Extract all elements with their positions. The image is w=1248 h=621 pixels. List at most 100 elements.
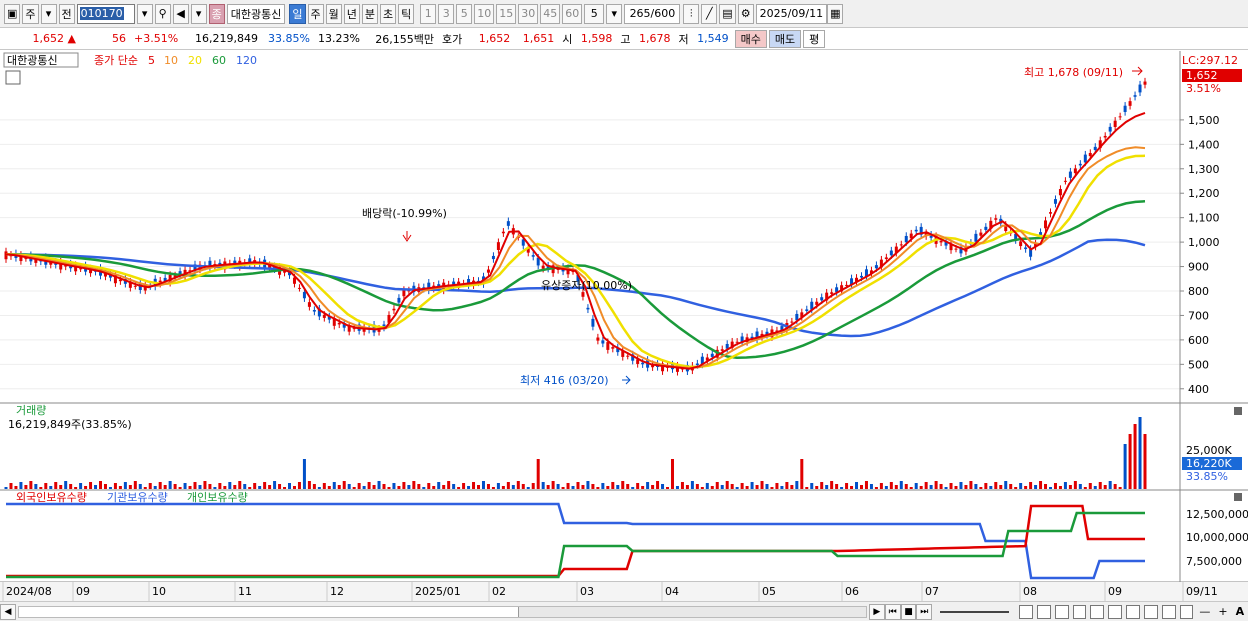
candle-type-icon[interactable]: ⫶: [683, 3, 700, 24]
x-tick: 04: [665, 585, 679, 598]
vol-ratio: 33.85%: [268, 32, 310, 45]
stock-code-input[interactable]: 010170: [76, 3, 135, 24]
candle-body: [337, 322, 341, 325]
scroll-right-icon[interactable]: ▶: [868, 603, 885, 620]
date-field[interactable]: 2025/09/11: [755, 3, 828, 24]
buy-button[interactable]: 매수: [734, 29, 767, 48]
search-icon[interactable]: ⚲: [154, 3, 171, 24]
bid2: 1,651: [522, 32, 555, 45]
stop-icon[interactable]: ■: [900, 603, 917, 620]
data-count[interactable]: 265/600: [624, 3, 681, 24]
chart-settings-icon[interactable]: ▣: [4, 3, 21, 24]
minute-10[interactable]: 10: [474, 3, 495, 24]
volume-bar: [864, 481, 868, 489]
scroll-thumb[interactable]: [18, 606, 519, 617]
period-4[interactable]: 분: [361, 3, 379, 24]
scroll-left-icon[interactable]: ◀: [0, 603, 16, 620]
zoom-slider[interactable]: [940, 610, 1010, 613]
save-icon[interactable]: ▤: [719, 3, 736, 24]
volume-bar: [64, 481, 68, 489]
candle-body: [1083, 154, 1087, 163]
price-tick: 400: [1188, 383, 1209, 396]
magnet-icon[interactable]: [1108, 604, 1123, 619]
volume-bar: [1048, 487, 1052, 489]
gear-icon[interactable]: ⚙: [737, 3, 754, 24]
table-icon[interactable]: [5, 70, 21, 85]
price-tick: 700: [1188, 309, 1209, 322]
candle-body: [1108, 126, 1112, 132]
sound-icon[interactable]: ◀: [172, 3, 189, 24]
volume-bar: [288, 483, 292, 489]
price-tick: 800: [1188, 285, 1209, 298]
interval-dropdown-icon[interactable]: ▾: [606, 3, 623, 24]
sell-button[interactable]: 매도: [768, 29, 802, 48]
volume-bar: [54, 482, 58, 489]
period-2[interactable]: 월: [325, 3, 342, 24]
last-icon[interactable]: ⏭: [916, 603, 933, 620]
interval-select[interactable]: 5: [584, 3, 605, 24]
volume-bar: [929, 485, 933, 489]
dropdown-icon[interactable]: ▾: [40, 3, 57, 24]
candle-body: [1123, 105, 1127, 112]
eval-button[interactable]: 평: [803, 29, 826, 48]
volume-bar: [666, 487, 670, 489]
copy-icon[interactable]: [1161, 604, 1176, 619]
calendar-icon[interactable]: ▦: [827, 3, 844, 24]
volume-bar: [1108, 481, 1112, 489]
stock-code-value: 010170: [79, 7, 124, 20]
volume-bar: [39, 487, 43, 489]
volume-bar: [889, 482, 893, 489]
candle-body: [1133, 95, 1137, 97]
minute-30[interactable]: 30: [518, 3, 539, 24]
list-dropdown-icon[interactable]: ▾: [190, 3, 207, 24]
period-3[interactable]: 년: [343, 3, 360, 24]
minute-1[interactable]: 1: [420, 3, 437, 24]
candle-body: [1063, 180, 1067, 182]
minute-3[interactable]: 3: [438, 3, 455, 24]
zoom-tool-icon[interactable]: [1019, 604, 1033, 619]
zoom-in-icon[interactable]: +: [1218, 605, 1227, 618]
minute-60[interactable]: 60: [562, 3, 583, 24]
high-annotation: 최고 1,678 (09/11): [1024, 66, 1123, 79]
refresh-icon[interactable]: [1126, 604, 1140, 619]
volume-bar: [700, 487, 704, 489]
ma-legend-60: 60: [212, 54, 226, 67]
volume-bar: [760, 481, 764, 489]
volume-bar: [208, 484, 212, 489]
x-tick: 06: [845, 585, 859, 598]
minute-15[interactable]: 15: [496, 3, 517, 24]
volume-bar: [1058, 486, 1062, 489]
close-icon[interactable]: [1234, 407, 1242, 415]
volume-bar: [457, 487, 461, 489]
code-dropdown-icon[interactable]: ▾: [136, 3, 153, 24]
candle-body: [889, 250, 893, 256]
scrollbar[interactable]: [17, 605, 867, 618]
period-5[interactable]: 초: [380, 3, 397, 24]
volume-bar: [571, 486, 575, 489]
minute-45[interactable]: 45: [540, 3, 561, 24]
volume-bar: [99, 481, 103, 489]
pen-icon[interactable]: [1143, 604, 1158, 619]
period-select[interactable]: 주: [22, 3, 39, 24]
volume-bar: [347, 484, 351, 489]
close-icon[interactable]: [1234, 493, 1242, 501]
draw-tool-icon[interactable]: ╱: [701, 3, 718, 24]
fibonacci-icon[interactable]: [1072, 604, 1087, 619]
minute-5[interactable]: 5: [456, 3, 473, 24]
first-icon[interactable]: ⏮: [884, 603, 901, 620]
period-1[interactable]: 주: [307, 3, 324, 24]
zoom-out-icon[interactable]: —: [1199, 605, 1210, 618]
print-icon[interactable]: [1179, 604, 1194, 619]
chart-area[interactable]: 대한광통신 종가 단순 5 10 20 60 120 LC:297.12 1,500 1,…: [0, 51, 1248, 601]
font-icon[interactable]: A: [1236, 605, 1245, 618]
eraser-icon[interactable]: [1090, 604, 1105, 619]
period-6[interactable]: 틱: [398, 3, 415, 24]
prev-button[interactable]: 전: [58, 3, 75, 24]
period-0[interactable]: 일: [289, 3, 306, 24]
trendline-icon[interactable]: [1054, 604, 1069, 619]
volume-bar: [840, 487, 844, 489]
volume-bar: [964, 485, 968, 489]
volume-bar: [984, 483, 988, 489]
candle-body: [984, 226, 988, 230]
crosshair-icon[interactable]: [1036, 604, 1051, 619]
